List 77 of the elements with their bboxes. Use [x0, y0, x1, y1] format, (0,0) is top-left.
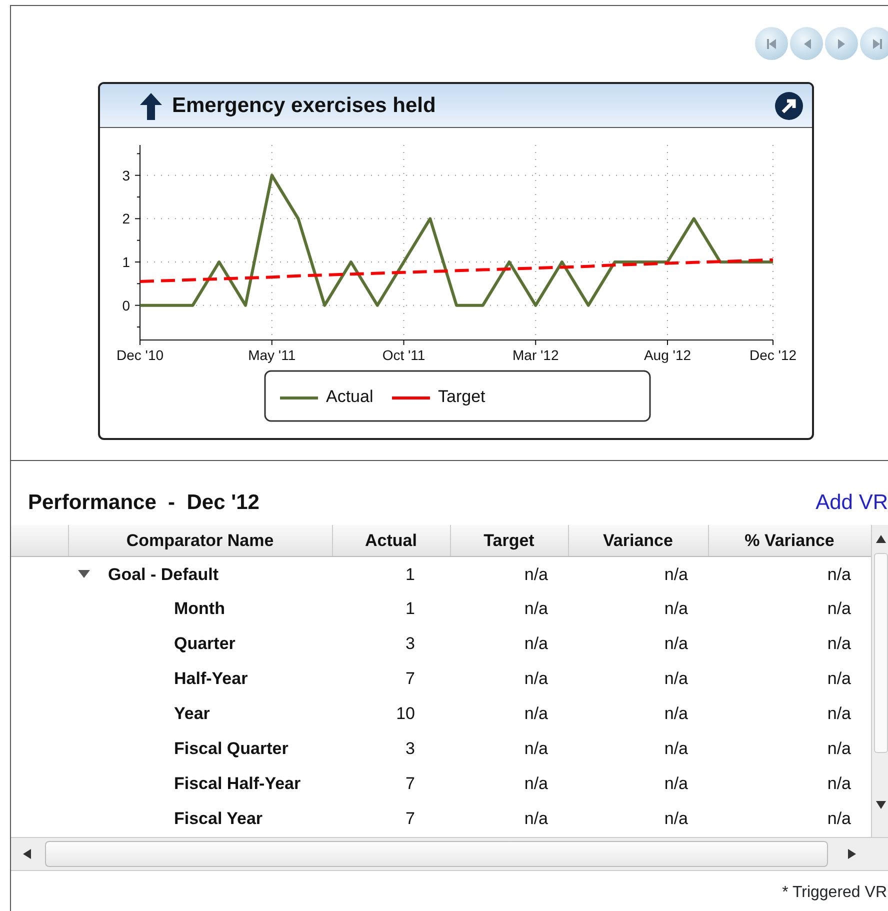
scroll-down-icon — [876, 800, 886, 808]
x-tick-label: Oct '11 — [382, 347, 426, 363]
table-cell-text: n/a — [826, 598, 852, 620]
table-cell: 1 — [332, 556, 450, 592]
scroll-right-icon — [848, 848, 856, 858]
y-tick-label: 3 — [122, 167, 130, 184]
table-cell-text: n/a — [826, 808, 852, 830]
collapse-icon[interactable] — [78, 569, 90, 580]
column-header[interactable]: Comparator Name — [68, 524, 332, 556]
table-cell-text: n/a — [826, 703, 852, 726]
x-tick-label: Aug '12 — [644, 347, 692, 363]
table-cell-text: n/a — [826, 738, 852, 760]
column-header[interactable]: Actual — [332, 524, 450, 556]
table-cell-text: n/a — [523, 668, 549, 690]
table-cell-text: 7 — [404, 808, 416, 830]
row-name: Fiscal Half-Year — [173, 773, 302, 796]
column-header[interactable]: Variance — [568, 524, 708, 556]
table-cell-text: n/a — [826, 668, 852, 690]
table-cell-text: 10 — [395, 703, 416, 726]
x-tick-label: May '11 — [248, 347, 296, 363]
table-cell-text: 1 — [404, 598, 416, 620]
column-header[interactable]: Target — [450, 524, 568, 556]
table-cell-text: n/a — [663, 633, 689, 656]
next-page-button[interactable] — [825, 27, 858, 60]
table-cell-text: n/a — [663, 598, 689, 620]
panel-title: Emergency exercises held — [172, 92, 436, 119]
y-tick-label: 0 — [122, 297, 130, 314]
table-cell-text: n/a — [523, 808, 549, 830]
expand-icon[interactable] — [774, 90, 804, 120]
scroll-up-icon — [876, 534, 886, 542]
table-cell: n/a — [708, 556, 871, 592]
table-cell-text: n/a — [523, 633, 549, 656]
table-cell-text: n/a — [663, 668, 689, 690]
table-cell-text: 7 — [404, 668, 416, 690]
table-cell-text: n/a — [663, 738, 689, 760]
table-cell-text: n/a — [826, 773, 852, 796]
up-arrow-icon — [138, 90, 164, 120]
section-title: Performance - Dec '12 — [28, 490, 260, 516]
x-tick-label: Mar '12 — [512, 347, 559, 363]
table-cell-text: n/a — [523, 703, 549, 726]
row-name: Year — [173, 703, 211, 726]
previous-page-button[interactable] — [790, 27, 823, 60]
table-cell-text: n/a — [523, 773, 549, 796]
legend-label: Target — [438, 387, 486, 406]
legend-label: Actual — [326, 387, 374, 406]
table-cell-text: n/a — [826, 633, 852, 656]
row-name: Fiscal Year — [173, 808, 264, 830]
row-name: Fiscal Quarter — [173, 738, 290, 760]
table-cell-text: n/a — [663, 773, 689, 796]
footnote: * Triggered VR — [782, 884, 887, 900]
column-header[interactable]: % Variance — [708, 524, 871, 556]
table-cell-text: n/a — [663, 703, 689, 726]
x-tick-label: Dec '12 — [749, 347, 797, 363]
table-cell: n/a — [450, 556, 568, 592]
table-cell-text: 3 — [404, 738, 416, 760]
y-tick-label: 2 — [122, 210, 130, 227]
row-name: Goal - Default — [108, 564, 219, 586]
table-cell: n/a — [568, 556, 708, 592]
table-cell-text: 3 — [404, 633, 416, 656]
y-tick-label: 1 — [122, 254, 130, 270]
table-cell-text: n/a — [663, 808, 689, 830]
row-name: Half-Year — [173, 668, 249, 690]
vertical-scrollbar[interactable] — [871, 524, 888, 836]
first-page-button[interactable] — [755, 27, 788, 60]
scroll-left-icon — [23, 848, 31, 858]
add-vr-link[interactable]: Add VR — [816, 487, 888, 518]
table-cell-text: n/a — [523, 738, 549, 760]
table-cell-text: n/a — [523, 598, 549, 620]
skip-back-icon — [764, 36, 778, 50]
legend-swatch — [392, 396, 430, 400]
row-name: Month — [173, 598, 226, 620]
horizontal-scrollbar[interactable] — [11, 836, 888, 870]
last-page-button[interactable] — [860, 27, 888, 60]
table-cell-text: 7 — [404, 773, 416, 796]
x-tick-label: Dec '10 — [116, 347, 164, 363]
legend-swatch — [280, 396, 318, 400]
row-name: Quarter — [173, 633, 236, 656]
